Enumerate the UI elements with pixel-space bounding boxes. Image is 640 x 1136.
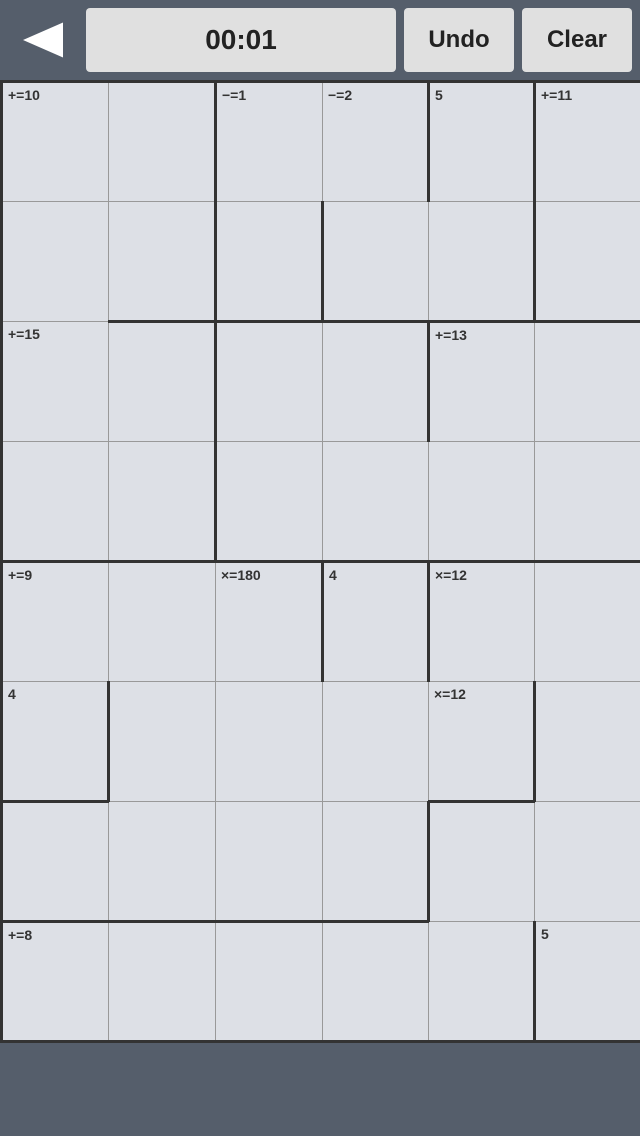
cell-r6c3[interactable] — [323, 802, 429, 922]
cell-r6c4[interactable] — [429, 802, 535, 922]
back-arrow-icon — [18, 15, 68, 65]
cell-r6c5[interactable] — [535, 802, 640, 922]
cell-r1c3[interactable] — [323, 202, 429, 322]
cell-r3c2[interactable] — [216, 442, 323, 562]
cage-label: 4 — [329, 567, 337, 583]
cell-r3c0[interactable] — [2, 442, 109, 562]
cage-label: +=13 — [435, 327, 467, 343]
puzzle-grid[interactable]: +=10 −=1 −=2 5 +=11 +=15 — [0, 80, 640, 1043]
cell-r1c2[interactable] — [216, 202, 323, 322]
cell-r2c1[interactable] — [109, 322, 216, 442]
cell-r3c1[interactable] — [109, 442, 216, 562]
cell-r6c1[interactable] — [109, 802, 216, 922]
cage-label: +=11 — [541, 87, 572, 103]
cell-r2c0[interactable]: +=15 — [2, 322, 109, 442]
top-bar: 00:01 Undo Clear — [0, 0, 640, 80]
cell-r1c4[interactable] — [429, 202, 535, 322]
cage-label: −=1 — [222, 87, 246, 103]
cell-r5c4[interactable]: ×=12 — [429, 682, 535, 802]
grid-area: +=10 −=1 −=2 5 +=11 +=15 — [0, 80, 640, 800]
cage-label: 4 — [8, 686, 16, 702]
cage-label: ×=12 — [435, 567, 467, 583]
timer-display: 00:01 — [86, 8, 396, 72]
cell-r0c5[interactable]: +=11 — [535, 82, 640, 202]
cell-r1c1[interactable] — [109, 202, 216, 322]
cage-label: +=15 — [8, 326, 40, 342]
cell-r0c4[interactable]: 5 — [429, 82, 535, 202]
cell-r7c4[interactable] — [429, 922, 535, 1042]
cell-r0c2[interactable]: −=1 — [216, 82, 323, 202]
cell-r5c2[interactable] — [216, 682, 323, 802]
cell-r5c0[interactable]: 4 — [2, 682, 109, 802]
cell-r0c0[interactable]: +=10 — [2, 82, 109, 202]
cell-r1c5[interactable] — [535, 202, 640, 322]
cell-r4c4[interactable]: ×=12 — [429, 562, 535, 682]
cage-label: −=2 — [328, 87, 352, 103]
cell-r2c5[interactable] — [535, 322, 640, 442]
cell-r3c3[interactable] — [323, 442, 429, 562]
cell-r3c4[interactable] — [429, 442, 535, 562]
cage-label: 5 — [435, 87, 443, 103]
cage-label: 5 — [541, 926, 549, 942]
cage-label: ×=12 — [434, 686, 466, 702]
cell-r4c0[interactable]: +=9 — [2, 562, 109, 682]
cell-r5c5[interactable] — [535, 682, 640, 802]
undo-button[interactable]: Undo — [404, 8, 514, 72]
cell-r6c0[interactable] — [2, 802, 109, 922]
cage-label: ×=180 — [221, 567, 261, 583]
cell-r0c3[interactable]: −=2 — [323, 82, 429, 202]
cell-r0c1[interactable] — [109, 82, 216, 202]
cell-r3c5[interactable] — [535, 442, 640, 562]
cell-r2c3[interactable] — [323, 322, 429, 442]
cell-r4c1[interactable] — [109, 562, 216, 682]
cell-r5c3[interactable] — [323, 682, 429, 802]
cell-r2c2[interactable] — [216, 322, 323, 442]
cell-r7c5[interactable]: 5 — [535, 922, 640, 1042]
cell-r1c0[interactable] — [2, 202, 109, 322]
cage-label: +=8 — [8, 927, 32, 943]
cell-r5c1[interactable] — [109, 682, 216, 802]
cell-r4c5[interactable] — [535, 562, 640, 682]
back-button[interactable] — [8, 8, 78, 72]
cage-label: +=9 — [8, 567, 32, 583]
cell-r4c2[interactable]: ×=180 — [216, 562, 323, 682]
cell-r7c3[interactable] — [323, 922, 429, 1042]
clear-button[interactable]: Clear — [522, 8, 632, 72]
cage-label: +=10 — [8, 87, 40, 103]
cell-r7c1[interactable] — [109, 922, 216, 1042]
cell-r7c0[interactable]: +=8 — [2, 922, 109, 1042]
cell-r2c4[interactable]: +=13 — [429, 322, 535, 442]
cell-r7c2[interactable] — [216, 922, 323, 1042]
cell-r4c3[interactable]: 4 — [323, 562, 429, 682]
cell-r6c2[interactable] — [216, 802, 323, 922]
